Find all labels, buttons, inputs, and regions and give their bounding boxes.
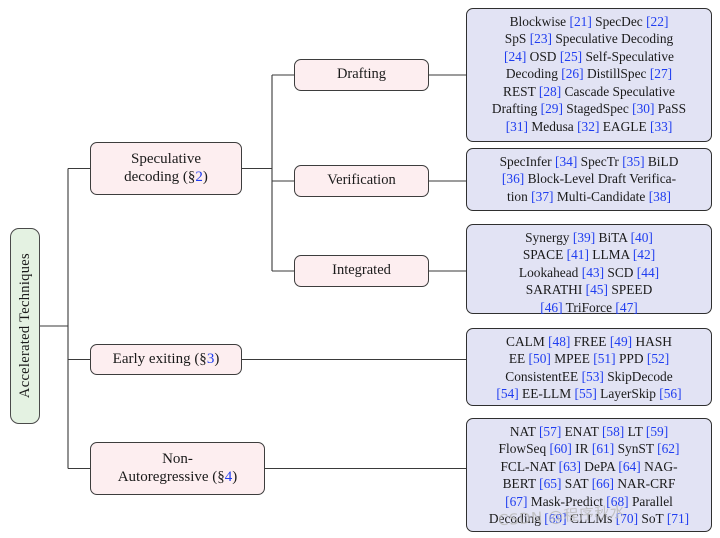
- category-node-speculative-decoding[interactable]: Speculative decoding (§2): [90, 142, 242, 195]
- citation-ref-41: [41]: [566, 247, 589, 263]
- citation-ref-36: [36]: [501, 171, 525, 187]
- leaf-text-integrated: Synergy [39] BiTA [40] SPACE [41] LLMA [4…: [518, 230, 660, 315]
- subcategory-label-drafting: Drafting: [336, 66, 387, 83]
- citation-ref-45: [45]: [585, 282, 608, 298]
- citation-ref-48: [48]: [548, 334, 571, 349]
- citation-ref-38: [38]: [648, 188, 672, 204]
- leaf-text-verification: SpecInfer [34] SpecTr [35] BiLD [36] Bloc…: [499, 154, 679, 204]
- citation-ref-49: [49]: [609, 334, 633, 349]
- citation-ref-27: [27]: [649, 66, 673, 82]
- leaf-text-drafting: Blockwise [21] SpecDec [22] SpS [23] Spec…: [491, 14, 687, 134]
- citation-ref-62: [62]: [657, 441, 680, 457]
- citation-ref-46: [46]: [540, 299, 563, 315]
- citation-ref-31: [31]: [505, 118, 528, 134]
- citation-ref-55: [55]: [574, 386, 597, 402]
- citation-ref-35: [35]: [622, 154, 645, 169]
- citation-ref-53: [53]: [581, 368, 604, 384]
- citation-ref-34: [34]: [555, 154, 578, 169]
- citation-ref-65: [65]: [539, 476, 562, 492]
- citation-ref-44: [44]: [636, 264, 660, 280]
- citation-ref-47: [47]: [615, 299, 638, 315]
- citation-ref-29: [29]: [540, 101, 563, 117]
- citation-ref-21: [21]: [569, 14, 592, 29]
- citation-ref-54: [54]: [496, 386, 519, 402]
- category-node-early-exiting[interactable]: Early exiting (§3): [90, 344, 242, 375]
- citation-ref-71: [71]: [666, 511, 690, 527]
- citation-ref-28: [28]: [538, 83, 562, 99]
- category-node-non-autoregressive[interactable]: Non- Autoregressive (§4): [90, 442, 265, 495]
- citation-ref-64: [64]: [618, 458, 641, 474]
- subcategory-node-drafting[interactable]: Drafting: [294, 59, 429, 91]
- citation-ref-60: [60]: [549, 441, 572, 457]
- root-node-label: Accelerated Techniques: [16, 253, 33, 399]
- category-label-non-autoregressive: Non- Autoregressive (§4): [117, 450, 238, 485]
- subcategory-node-integrated[interactable]: Integrated: [294, 255, 429, 287]
- citation-ref-50: [50]: [528, 351, 551, 367]
- citation-ref-58: [58]: [601, 424, 625, 439]
- citation-ref-22: [22]: [646, 14, 669, 29]
- citation-ref-32: [32]: [577, 118, 600, 134]
- citation-ref-52: [52]: [646, 351, 670, 367]
- leaf-box-early-exiting-methods[interactable]: CALM [48] FREE [49] HASH EE [50] MPEE [51…: [466, 328, 712, 406]
- citation-ref-43: [43]: [581, 264, 605, 280]
- root-node-accelerated-techniques[interactable]: Accelerated Techniques: [10, 228, 40, 424]
- subcategory-label-verification: Verification: [327, 172, 396, 189]
- citation-ref-26: [26]: [561, 66, 584, 82]
- taxonomy-diagram: Accelerated Techniques Speculative decod…: [0, 0, 720, 538]
- subcategory-label-integrated: Integrated: [332, 262, 391, 279]
- citation-ref-67: [67]: [505, 493, 528, 509]
- citation-ref-25: [25]: [559, 48, 583, 64]
- section-number-2: 2: [195, 168, 203, 185]
- citation-ref-57: [57]: [538, 424, 562, 439]
- leaf-box-integrated-methods[interactable]: Synergy [39] BiTA [40] SPACE [41] LLMA [4…: [466, 224, 712, 315]
- citation-ref-39: [39]: [572, 230, 596, 245]
- citation-ref-61: [61]: [591, 441, 615, 457]
- citation-ref-51: [51]: [593, 351, 616, 367]
- citation-ref-42: [42]: [632, 247, 656, 263]
- citation-ref-40: [40]: [630, 230, 653, 245]
- citation-ref-23: [23]: [529, 31, 552, 47]
- citation-ref-24: [24]: [504, 48, 527, 64]
- subcategory-node-verification[interactable]: Verification: [294, 165, 429, 197]
- citation-ref-66: [66]: [591, 476, 615, 492]
- citation-ref-30: [30]: [632, 101, 655, 117]
- category-label-speculative-decoding: Speculative decoding (§2): [124, 150, 208, 185]
- citation-ref-56: [56]: [659, 386, 682, 402]
- leaf-text-early-exiting: CALM [48] FREE [49] HASH EE [50] MPEE [51…: [496, 334, 682, 402]
- citation-ref-59: [59]: [645, 424, 669, 439]
- category-label-early-exiting: Early exiting (§3): [112, 350, 220, 367]
- leaf-box-drafting-methods[interactable]: Blockwise [21] SpecDec [22] SpS [23] Spec…: [466, 8, 712, 142]
- citation-ref-33: [33]: [649, 118, 673, 134]
- citation-ref-63: [63]: [558, 458, 581, 474]
- leaf-box-verification-methods[interactable]: SpecInfer [34] SpecTr [35] BiLD [36] Bloc…: [466, 148, 712, 211]
- citation-ref-37: [37]: [531, 188, 554, 204]
